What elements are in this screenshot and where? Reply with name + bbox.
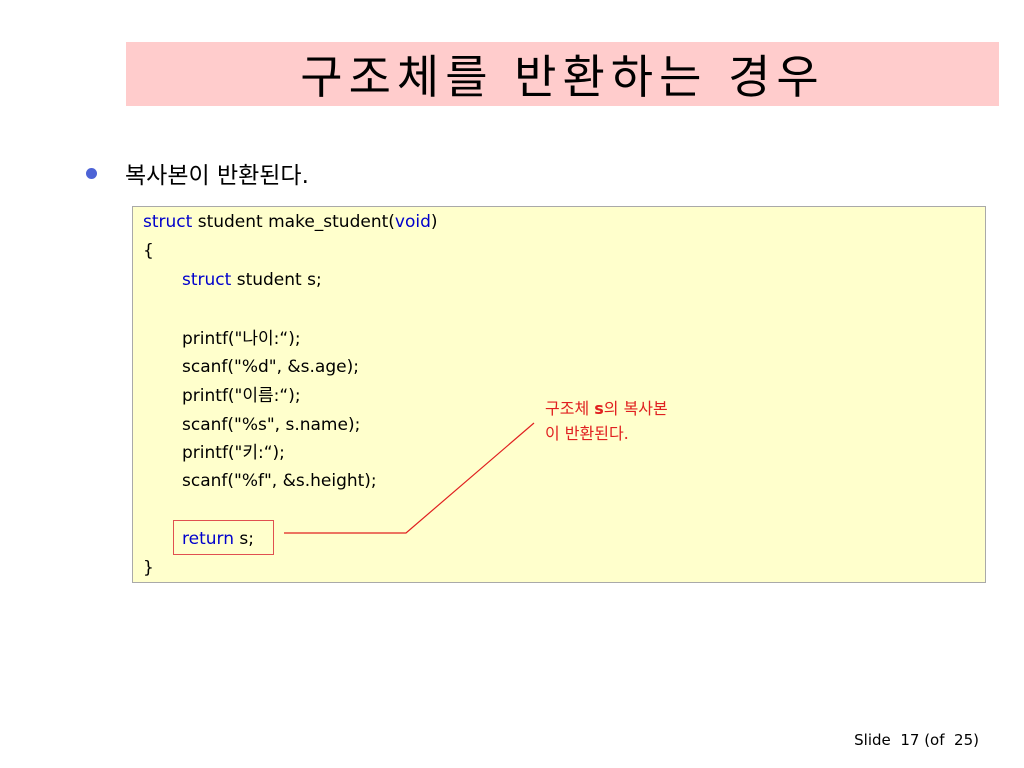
callout-line-1: 구조체 s의 복사본 — [545, 396, 735, 421]
code-line-11: } — [143, 558, 154, 578]
footer-current-slide: 17 — [900, 731, 920, 749]
title-banner: 구조체를 반환하는 경우 — [126, 42, 999, 106]
code-line-8: printf("키:“); — [182, 443, 285, 463]
footer-slide-label: Slide — [854, 731, 891, 749]
code-line-7: scanf("%s", s.name); — [182, 415, 361, 435]
callout-text-post: 의 복사본 — [603, 399, 668, 418]
code-line-3: struct student s; — [182, 266, 322, 295]
bullet-dot-icon — [86, 167, 97, 179]
slide: 구조체를 반환하는 경우 복사본이 반환된다. struct student m… — [0, 0, 1024, 768]
footer-total-slides: 25) — [954, 731, 979, 749]
code-line-5: scanf("%d", &s.age); — [182, 357, 359, 377]
code-line-2: { — [143, 241, 154, 261]
code-line-9: scanf("%f", &s.height); — [182, 471, 377, 491]
code-line-6: printf("이름:“); — [182, 386, 301, 406]
callout-variable: s — [594, 399, 604, 418]
slide-footer: Slide 17 (of 25) — [854, 731, 979, 749]
code-text: student s; — [231, 270, 322, 290]
bullet-item: 복사본이 반환된다. — [86, 157, 309, 189]
keyword-void: void — [394, 212, 431, 232]
keyword-struct: struct — [143, 212, 193, 232]
callout-text-pre: 구조체 — [545, 399, 595, 418]
code-line-4: printf("나이:“); — [182, 329, 301, 349]
code-text: student make_student( — [192, 212, 395, 232]
slide-title: 구조체를 반환하는 경우 — [300, 50, 825, 104]
keyword-struct: struct — [182, 270, 232, 290]
code-text: ) — [430, 212, 438, 232]
callout-note: 구조체 s의 복사본 이 반환된다. — [545, 396, 735, 446]
code-line-10: return s; — [182, 525, 254, 554]
bullet-text: 복사본이 반환된다. — [125, 163, 309, 189]
code-line-1: struct student make_student(void) — [143, 208, 438, 237]
keyword-return: return — [182, 529, 234, 549]
code-text: s; — [233, 529, 254, 549]
callout-line-2: 이 반환된다. — [545, 424, 629, 443]
footer-of-label: (of — [924, 731, 945, 749]
